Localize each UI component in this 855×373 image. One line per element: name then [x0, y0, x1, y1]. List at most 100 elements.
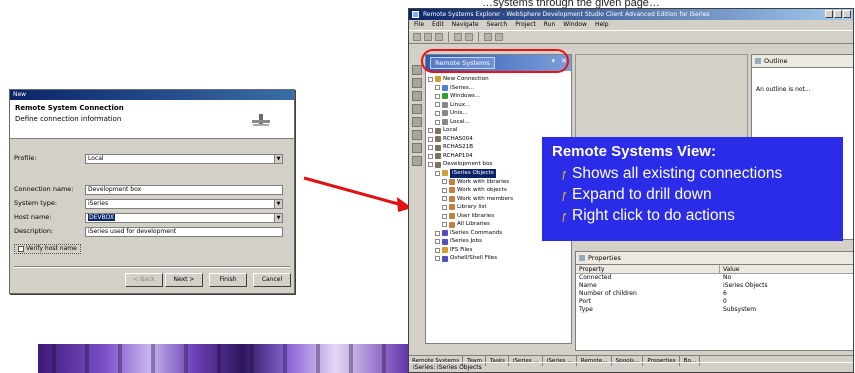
- system-type-combo[interactable]: iSeries ▼: [85, 199, 283, 209]
- tree-item[interactable]: Unix...: [428, 109, 571, 118]
- checkbox-box[interactable]: [18, 246, 24, 252]
- menu-project[interactable]: Project: [515, 20, 536, 30]
- expand-toggle-icon[interactable]: [428, 153, 433, 159]
- column-header-property[interactable]: Property: [576, 265, 720, 273]
- tree-item-label: Unix...: [450, 110, 468, 117]
- menu-help[interactable]: Help: [595, 20, 609, 30]
- chevron-down-icon[interactable]: ▼: [274, 200, 282, 208]
- node-icon: [435, 127, 441, 134]
- debug-icon[interactable]: [465, 33, 473, 41]
- property-value-cell: 0: [722, 298, 727, 305]
- perspective-icon[interactable]: [412, 78, 422, 88]
- print-icon[interactable]: [435, 33, 443, 41]
- expand-toggle-icon[interactable]: [442, 213, 447, 219]
- run-icon[interactable]: [454, 33, 462, 41]
- tree-item[interactable]: Local...: [428, 118, 571, 127]
- perspective-icon[interactable]: [412, 143, 422, 153]
- tree-item-label: Library list: [457, 204, 487, 211]
- back-button[interactable]: < Back: [125, 273, 163, 287]
- tab-remote-systems[interactable]: Remote Systems: [430, 57, 495, 69]
- cancel-button[interactable]: Cancel: [253, 273, 291, 287]
- expand-toggle-icon[interactable]: [428, 128, 433, 134]
- minimize-button[interactable]: [825, 10, 833, 18]
- menu-window[interactable]: Window: [563, 20, 587, 30]
- finish-button[interactable]: Finish: [209, 273, 247, 287]
- tree-item[interactable]: Linux...: [428, 101, 571, 110]
- tree-item[interactable]: Windows...: [428, 92, 571, 101]
- node-icon: [449, 178, 455, 185]
- menu-navigate[interactable]: Navigate: [452, 20, 479, 30]
- close-icon[interactable]: ✕: [561, 57, 567, 65]
- tab-outline[interactable]: Outline: [752, 55, 853, 68]
- verify-host-checkbox[interactable]: Verify host name: [14, 244, 81, 254]
- menu-search[interactable]: Search: [487, 20, 508, 30]
- tree-item[interactable]: IFS Files: [428, 246, 571, 255]
- tree-item[interactable]: Local: [428, 126, 571, 135]
- status-bar: iSeries: iSeries Objects: [409, 362, 853, 372]
- tab-properties[interactable]: Properties: [576, 252, 853, 265]
- expand-toggle-icon[interactable]: [435, 110, 440, 116]
- expand-toggle-icon[interactable]: [435, 256, 440, 262]
- perspective-icon[interactable]: [412, 156, 422, 166]
- menu-file[interactable]: File: [414, 20, 424, 30]
- properties-icon: [579, 255, 585, 261]
- tree-item-label: Qshell/Shell Files: [450, 255, 497, 262]
- expand-toggle-icon[interactable]: [435, 102, 440, 108]
- node-icon: [442, 101, 448, 108]
- node-icon: [435, 76, 441, 83]
- table-row[interactable]: Connected No: [576, 274, 853, 282]
- chevron-down-icon[interactable]: ▼: [274, 155, 282, 163]
- expand-toggle-icon[interactable]: [435, 85, 440, 91]
- nav-icon[interactable]: [495, 33, 503, 41]
- save-icon[interactable]: [424, 33, 432, 41]
- close-window-button[interactable]: [843, 10, 851, 18]
- node-icon: [449, 221, 455, 228]
- expand-toggle-icon[interactable]: [442, 179, 447, 185]
- new-connection-dialog: New Remote System Connection Define conn…: [9, 89, 295, 294]
- tree-item[interactable]: New Connection: [428, 75, 571, 84]
- menu-run[interactable]: Run: [544, 20, 556, 30]
- expand-toggle-icon[interactable]: [442, 196, 447, 202]
- next-button[interactable]: Next >: [165, 273, 203, 287]
- table-row[interactable]: Port 0: [576, 298, 853, 306]
- connection-name-field[interactable]: Development box: [85, 185, 283, 195]
- expand-toggle-icon[interactable]: [428, 136, 433, 142]
- tree-item[interactable]: iSeries...: [428, 84, 571, 93]
- tree-item[interactable]: Qshell/Shell Files: [428, 254, 571, 263]
- expand-toggle-icon[interactable]: [435, 247, 440, 253]
- table-row[interactable]: Name iSeries Objects: [576, 282, 853, 290]
- perspective-icon[interactable]: [412, 91, 422, 101]
- expand-toggle-icon[interactable]: [442, 204, 447, 210]
- expand-toggle-icon[interactable]: [442, 222, 447, 228]
- expand-toggle-icon[interactable]: [435, 230, 440, 236]
- expand-toggle-icon[interactable]: [435, 239, 440, 245]
- perspective-icon[interactable]: [412, 117, 422, 127]
- table-row[interactable]: Number of children 6: [576, 290, 853, 298]
- expand-toggle-icon[interactable]: [442, 187, 447, 193]
- menu-edit[interactable]: Edit: [432, 20, 444, 30]
- tree-item-label: Work with members: [457, 195, 514, 202]
- expand-toggle-icon[interactable]: [435, 170, 440, 176]
- search-icon[interactable]: [484, 33, 492, 41]
- table-row[interactable]: Type Subsystem: [576, 306, 853, 314]
- description-field[interactable]: iSeries used for development: [85, 227, 283, 237]
- view-menu-icon[interactable]: ▾: [551, 57, 555, 65]
- perspective-icon[interactable]: [412, 130, 422, 140]
- chevron-down-icon[interactable]: ▼: [274, 214, 282, 222]
- expand-toggle-icon[interactable]: [428, 162, 433, 168]
- dialog-subheading: Define connection information: [15, 115, 122, 123]
- perspective-icon[interactable]: [412, 65, 422, 75]
- column-header-value[interactable]: Value: [720, 265, 853, 273]
- profile-combo[interactable]: Local ▼: [85, 154, 283, 164]
- maximize-button[interactable]: [834, 10, 842, 18]
- expand-toggle-icon[interactable]: [428, 76, 433, 82]
- tree-item-label: Windows...: [450, 93, 481, 100]
- expand-toggle-icon[interactable]: [435, 119, 440, 125]
- connection-name-label: Connection name:: [14, 185, 74, 193]
- expand-toggle-icon[interactable]: [435, 93, 440, 99]
- expand-toggle-icon[interactable]: [428, 145, 433, 151]
- profile-label: Profile:: [14, 154, 37, 162]
- new-icon[interactable]: [413, 33, 421, 41]
- perspective-icon[interactable]: [412, 104, 422, 114]
- host-name-field[interactable]: DEVBOX ▼: [85, 213, 283, 223]
